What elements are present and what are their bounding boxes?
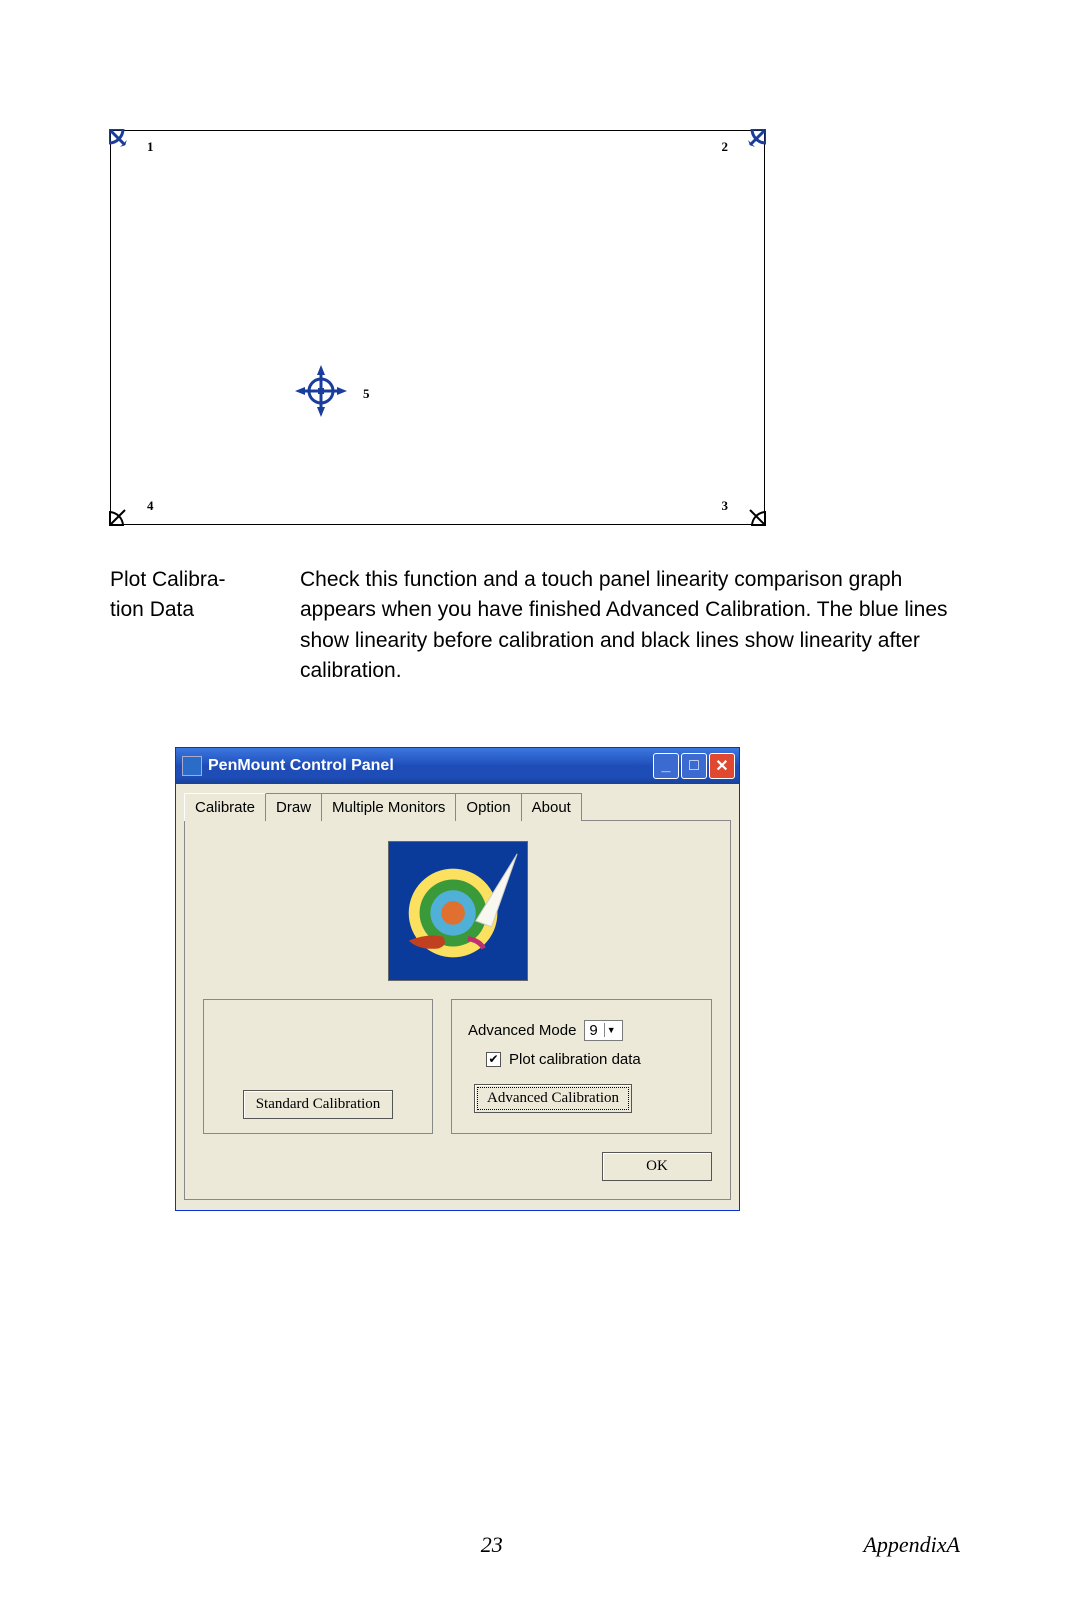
maximize-icon: □: [689, 757, 699, 775]
calibration-graphic: [388, 841, 528, 981]
standard-calibration-button[interactable]: Standard Calibration: [243, 1090, 394, 1119]
plot-calibration-label: PPlot calibration datalot calibration da…: [509, 1051, 641, 1068]
calibration-corner-1-icon: [109, 129, 141, 161]
calibration-label-5: 5: [363, 386, 370, 402]
calibrate-panel: Standard Calibration Advanced Mode 9 ▼: [184, 821, 731, 1200]
calibration-corner-2-icon: [734, 129, 766, 161]
penmount-window: PenMount Control Panel _ □ ✕ Calibrate D…: [175, 747, 740, 1211]
standard-group: Standard Calibration: [203, 999, 433, 1134]
page-number: 23: [481, 1532, 503, 1558]
window-title: PenMount Control Panel: [208, 757, 653, 775]
tab-draw[interactable]: Draw: [265, 793, 322, 821]
advanced-group: Advanced Mode 9 ▼ ✔ PPlot calibration da…: [451, 999, 712, 1134]
advanced-mode-select[interactable]: 9 ▼: [584, 1020, 622, 1041]
calibration-corner-4-icon: [109, 494, 141, 526]
close-button[interactable]: ✕: [709, 753, 735, 779]
advanced-calibration-button[interactable]: Advanced Calibration: [474, 1084, 632, 1113]
tab-option[interactable]: Option: [455, 793, 521, 821]
minimize-button[interactable]: _: [653, 753, 679, 779]
app-icon: [182, 756, 202, 776]
definition-term: Plot Calibra- tion Data: [110, 565, 260, 687]
section-name: AppendixA: [863, 1532, 960, 1558]
ok-button[interactable]: OK: [602, 1152, 712, 1181]
titlebar[interactable]: PenMount Control Panel _ □ ✕: [176, 748, 739, 784]
advanced-mode-label: Advanced Mode: [468, 1022, 576, 1039]
calibration-screen-figure: 1 2 3 4 5: [110, 130, 765, 525]
calibration-center-target-icon: [291, 361, 351, 421]
plot-calibration-checkbox[interactable]: ✔: [486, 1052, 501, 1067]
advanced-mode-value: 9: [589, 1022, 597, 1039]
tab-calibrate[interactable]: Calibrate: [184, 793, 266, 821]
calibration-label-4: 4: [147, 498, 154, 514]
tab-about[interactable]: About: [521, 793, 582, 821]
tab-strip: Calibrate Draw Multiple Monitors Option …: [184, 792, 731, 821]
calibration-label-1: 1: [147, 139, 154, 155]
calibration-label-2: 2: [722, 139, 729, 155]
close-icon: ✕: [715, 756, 728, 776]
minimize-icon: _: [662, 757, 671, 775]
calibration-corner-3-icon: [734, 494, 766, 526]
dropdown-arrow-icon: ▼: [604, 1023, 618, 1037]
definition-description: Check this function and a touch panel li…: [300, 565, 970, 687]
calibration-label-3: 3: [722, 498, 729, 514]
tab-multiple-monitors[interactable]: Multiple Monitors: [321, 793, 456, 821]
maximize-button[interactable]: □: [681, 753, 707, 779]
